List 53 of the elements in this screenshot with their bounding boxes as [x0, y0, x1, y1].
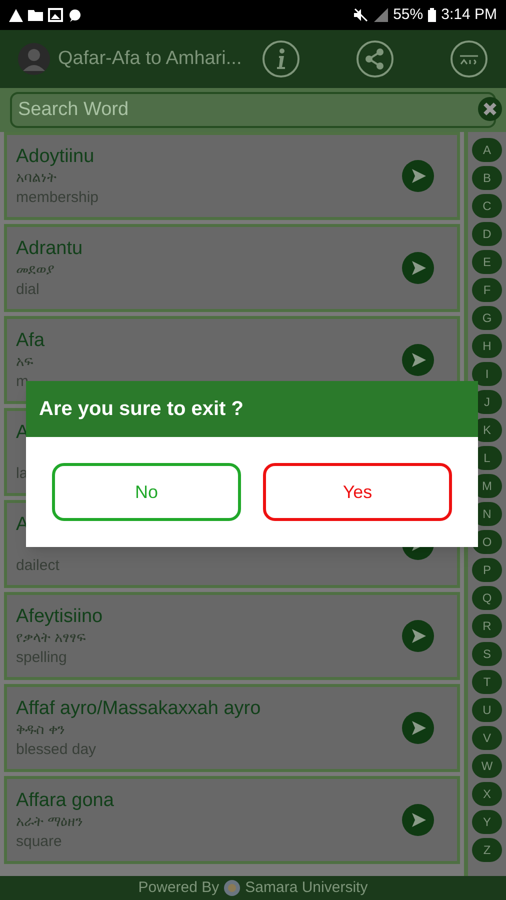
- share-icon[interactable]: [356, 40, 394, 78]
- powered-by-label: Powered By: [138, 878, 220, 898]
- warning-icon: [9, 8, 23, 22]
- letter-button[interactable]: V: [472, 726, 502, 750]
- letter-button[interactable]: I: [472, 362, 502, 386]
- amharic-translation: አራት ማዕዘን: [16, 815, 84, 829]
- letter-button[interactable]: C: [472, 194, 502, 218]
- word-title: Affara gona: [16, 791, 115, 810]
- amharic-translation: የቃላት አፃፃፍ: [16, 631, 86, 645]
- letter-button[interactable]: E: [472, 250, 502, 274]
- amharic-translation: ቅዱስ ቀን: [16, 723, 66, 737]
- word-title: Adrantu: [16, 239, 84, 258]
- amharic-translation: አባልነት: [16, 171, 58, 185]
- battery-icon: [428, 8, 436, 22]
- letter-button[interactable]: D: [472, 222, 502, 246]
- letter-button[interactable]: U: [472, 698, 502, 722]
- amharic-translation: አፍ: [16, 355, 34, 369]
- word-title: Affaf ayro/Massakaxxah ayro: [16, 699, 262, 718]
- alphabet-icon[interactable]: [450, 40, 488, 78]
- clear-icon[interactable]: [478, 97, 502, 121]
- battery-percent: 55%: [393, 4, 424, 25]
- letter-button[interactable]: X: [472, 782, 502, 806]
- word-title: Afeytisiino: [16, 607, 104, 626]
- signal-icon: [374, 8, 388, 22]
- chat-icon: [68, 8, 82, 22]
- avatar-icon: [18, 43, 50, 75]
- word-title: Adoytiinu: [16, 147, 96, 166]
- letter-button[interactable]: Z: [472, 838, 502, 862]
- letter-button[interactable]: H: [472, 334, 502, 358]
- letter-button[interactable]: Y: [472, 810, 502, 834]
- app-title: Qafar-Afa to Amhari...: [58, 46, 243, 71]
- image-icon: [48, 8, 63, 22]
- yes-button[interactable]: Yes: [263, 463, 452, 521]
- letter-button[interactable]: B: [472, 166, 502, 190]
- letter-button[interactable]: P: [472, 558, 502, 582]
- letter-button[interactable]: G: [472, 306, 502, 330]
- letter-button[interactable]: F: [472, 278, 502, 302]
- folder-icon: [28, 9, 43, 21]
- letter-button[interactable]: Q: [472, 586, 502, 610]
- no-button[interactable]: No: [52, 463, 241, 521]
- info-icon[interactable]: [262, 40, 300, 78]
- letter-button[interactable]: A: [472, 138, 502, 162]
- letter-button[interactable]: T: [472, 670, 502, 694]
- search-field[interactable]: Search Word: [10, 92, 496, 128]
- letter-button[interactable]: W: [472, 754, 502, 778]
- university-name: Samara University: [245, 878, 368, 898]
- word-title: Afa: [16, 331, 46, 350]
- letter-button[interactable]: R: [472, 614, 502, 638]
- mute-icon: [353, 8, 370, 22]
- clock: 3:14 PM: [441, 4, 497, 25]
- amharic-translation: መደወያ: [16, 263, 55, 277]
- seal-icon: [223, 879, 242, 897]
- letter-button[interactable]: S: [472, 642, 502, 666]
